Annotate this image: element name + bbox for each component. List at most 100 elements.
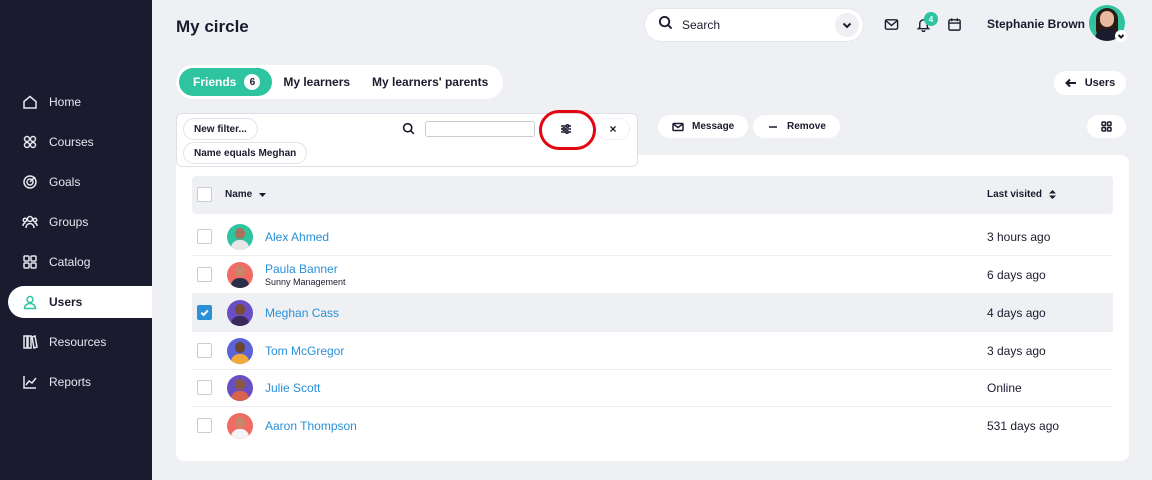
grid-icon bbox=[1101, 121, 1112, 132]
table-row[interactable]: Aaron Thompson 531 days ago bbox=[192, 407, 1113, 445]
active-filter-chip[interactable]: Name equals Meghan bbox=[183, 142, 308, 164]
courses-icon bbox=[22, 134, 38, 150]
row-checkbox[interactable] bbox=[197, 380, 212, 395]
table-row[interactable]: Paula Banner Sunny Management 6 days ago bbox=[192, 256, 1113, 294]
column-header-name[interactable]: Name bbox=[225, 189, 267, 200]
calendar-icon[interactable] bbox=[947, 17, 963, 33]
avatar-face bbox=[1100, 11, 1114, 27]
back-to-users-button[interactable]: Users bbox=[1054, 71, 1126, 95]
sort-down-icon bbox=[259, 193, 267, 197]
arrow-left-icon bbox=[1064, 78, 1076, 88]
sidebar-item-label: Groups bbox=[49, 215, 89, 229]
users-icon bbox=[22, 294, 38, 310]
sidebar-item-catalog[interactable]: Catalog bbox=[0, 246, 152, 278]
mail-icon[interactable] bbox=[884, 17, 900, 33]
sidebar-item-goals[interactable]: Goals bbox=[0, 166, 152, 198]
last-visited: 3 days ago bbox=[987, 344, 1046, 358]
groups-icon bbox=[22, 214, 38, 230]
sidebar-item-home[interactable]: Home bbox=[0, 86, 152, 118]
avatar bbox=[227, 413, 253, 439]
last-visited: 531 days ago bbox=[987, 419, 1060, 433]
table-header: Name Last visited bbox=[192, 176, 1113, 214]
remove-button[interactable]: Remove bbox=[753, 115, 840, 138]
sidebar-item-users[interactable]: Users bbox=[8, 286, 152, 318]
search-box[interactable]: Search bbox=[645, 9, 863, 41]
column-label: Name bbox=[225, 189, 253, 200]
catalog-icon bbox=[22, 254, 38, 270]
user-name-link[interactable]: Julie Scott bbox=[265, 381, 320, 395]
avatar bbox=[227, 300, 253, 326]
column-header-last-visited[interactable]: Last visited bbox=[987, 189, 1057, 200]
sidebar-item-label: Resources bbox=[49, 335, 107, 349]
table-row[interactable]: Alex Ahmed 3 hours ago bbox=[192, 218, 1113, 256]
avatar bbox=[227, 338, 253, 364]
sidebar-item-label: Goals bbox=[49, 175, 81, 189]
grid-view-button[interactable] bbox=[1087, 115, 1126, 138]
goals-icon bbox=[22, 174, 38, 190]
filter-search-input[interactable] bbox=[425, 121, 535, 137]
reports-icon bbox=[22, 374, 38, 390]
close-filter-button[interactable]: × bbox=[596, 118, 630, 140]
message-label: Message bbox=[692, 121, 735, 132]
row-checkbox[interactable] bbox=[197, 305, 212, 320]
tab-label: My learners' parents bbox=[372, 75, 489, 89]
user-name-link[interactable]: Tom McGregor bbox=[265, 344, 344, 358]
row-checkbox[interactable] bbox=[197, 343, 212, 358]
user-name-link[interactable]: Aaron Thompson bbox=[265, 419, 357, 433]
resources-icon bbox=[22, 334, 38, 350]
sidebar-nav: Home Courses Goals Groups Catalog Users … bbox=[0, 86, 152, 406]
filter-settings-button[interactable] bbox=[547, 117, 585, 141]
remove-label: Remove bbox=[787, 121, 826, 132]
sliders-icon bbox=[561, 124, 571, 134]
tab-my-learners[interactable]: My learners bbox=[272, 68, 361, 96]
sidebar-item-groups[interactable]: Groups bbox=[0, 206, 152, 238]
last-visited: Online bbox=[987, 381, 1022, 395]
tab-friends[interactable]: Friends 6 bbox=[179, 68, 273, 96]
new-filter-button[interactable]: New filter... bbox=[183, 118, 258, 140]
sidebar-item-reports[interactable]: Reports bbox=[0, 366, 152, 398]
mail-icon bbox=[672, 122, 684, 131]
sidebar-item-label: Home bbox=[49, 95, 82, 109]
tab-label: My learners bbox=[283, 75, 351, 89]
user-name[interactable]: Stephanie Brown bbox=[987, 17, 1085, 31]
avatar bbox=[227, 262, 253, 288]
table-row[interactable]: Julie Scott Online bbox=[192, 369, 1113, 407]
sidebar-item-resources[interactable]: Resources bbox=[0, 326, 152, 358]
message-button[interactable]: Message bbox=[658, 115, 749, 138]
tab-label: Friends bbox=[193, 75, 237, 89]
table-row[interactable]: Meghan Cass 4 days ago bbox=[192, 294, 1113, 332]
tab-my-learners-parents[interactable]: My learners' parents bbox=[361, 68, 499, 96]
row-checkbox[interactable] bbox=[197, 418, 212, 433]
column-label: Last visited bbox=[987, 189, 1043, 200]
home-icon bbox=[22, 94, 38, 110]
search-icon bbox=[658, 15, 673, 35]
minus-icon bbox=[769, 125, 777, 128]
select-all-checkbox[interactable] bbox=[197, 187, 212, 202]
chevron-down-icon[interactable] bbox=[1115, 30, 1127, 42]
page-title: My circle bbox=[176, 17, 249, 36]
last-visited: 6 days ago bbox=[987, 268, 1046, 282]
notification-badge: 4 bbox=[924, 12, 938, 26]
sidebar-item-label: Users bbox=[49, 295, 83, 309]
back-button-label: Users bbox=[1084, 77, 1116, 89]
sidebar-item-courses[interactable]: Courses bbox=[0, 126, 152, 158]
row-checkbox[interactable] bbox=[197, 229, 212, 244]
avatar bbox=[227, 224, 253, 250]
count-badge: 6 bbox=[244, 74, 261, 90]
sort-both-icon bbox=[1049, 190, 1057, 199]
chevron-down-icon bbox=[842, 22, 852, 29]
user-name-link[interactable]: Alex Ahmed bbox=[265, 230, 329, 244]
user-organization: Sunny Management bbox=[265, 277, 346, 287]
sidebar-item-label: Reports bbox=[49, 375, 92, 389]
user-name-link[interactable]: Meghan Cass bbox=[265, 306, 339, 320]
search-input[interactable]: Search bbox=[682, 18, 720, 32]
row-checkbox[interactable] bbox=[197, 267, 212, 282]
last-visited: 3 hours ago bbox=[987, 230, 1051, 244]
tab-bar: Friends 6 My learners My learners' paren… bbox=[176, 65, 503, 99]
table-row[interactable]: Tom McGregor 3 days ago bbox=[192, 332, 1113, 370]
search-icon bbox=[402, 122, 415, 140]
user-name-link[interactable]: Paula Banner bbox=[265, 262, 338, 276]
sidebar-item-label: Catalog bbox=[49, 255, 91, 269]
search-dropdown-button[interactable] bbox=[835, 13, 859, 37]
last-visited: 4 days ago bbox=[987, 306, 1046, 320]
